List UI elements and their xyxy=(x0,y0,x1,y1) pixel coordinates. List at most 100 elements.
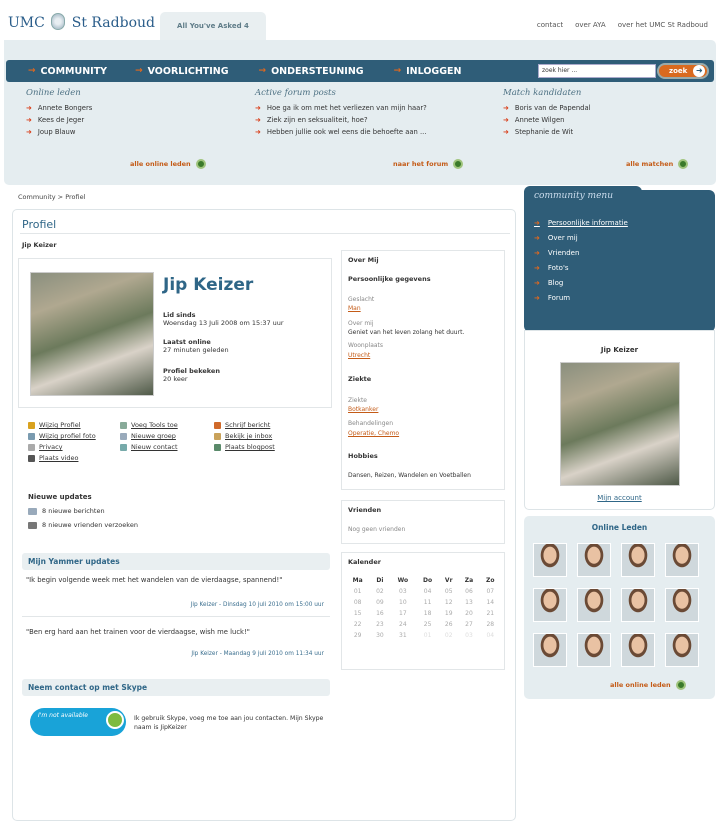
day-cell[interactable]: 21 xyxy=(480,608,501,619)
day-cell[interactable]: 14 xyxy=(480,597,501,608)
cm-fotos[interactable]: ➜ Foto's xyxy=(534,264,628,272)
woonplaats-value[interactable]: Utrecht xyxy=(348,352,370,359)
cm-persoonlijk[interactable]: ➜ Persoonlijke informatie xyxy=(534,219,628,227)
member-avatar[interactable] xyxy=(577,543,611,577)
day-cell[interactable]: 30 xyxy=(370,630,389,641)
day-cell[interactable]: 03 xyxy=(458,630,479,641)
day-cell[interactable]: 17 xyxy=(390,608,417,619)
member-avatar[interactable] xyxy=(621,588,655,622)
inbox-link[interactable]: Bekijk je inbox xyxy=(214,432,275,440)
list-item[interactable]: Boris van de Papendal xyxy=(503,104,703,112)
plaats-video-link[interactable]: Plaats video xyxy=(28,454,96,462)
day-cell[interactable]: 18 xyxy=(416,608,439,619)
mijn-account-link[interactable]: Mijn account xyxy=(524,494,715,502)
day-cell[interactable]: 02 xyxy=(439,630,458,641)
privacy-link[interactable]: Privacy xyxy=(28,443,96,451)
skype-status-badge[interactable]: I'm not available xyxy=(30,708,126,736)
list-item[interactable]: Annete Bongers xyxy=(26,104,256,112)
day-cell[interactable]: 20 xyxy=(458,608,479,619)
day-cell[interactable]: 23 xyxy=(370,619,389,630)
yammer-post-meta[interactable]: Jip Keizer - Maandag 9 juli 2010 om 11:3… xyxy=(26,651,324,657)
voeg-tools-link[interactable]: Voeg Tools toe xyxy=(120,421,178,429)
day-cell[interactable]: 25 xyxy=(416,619,439,630)
member-avatar[interactable] xyxy=(577,633,611,667)
more-online-link[interactable]: alle online leden xyxy=(130,159,206,169)
member-avatar[interactable] xyxy=(621,543,655,577)
day-cell[interactable]: 09 xyxy=(370,597,389,608)
breadcrumb[interactable]: Community > Profiel xyxy=(18,193,85,201)
day-cell[interactable]: 03 xyxy=(390,586,417,597)
link-over-umc[interactable]: over het UMC St Radboud xyxy=(618,21,708,29)
list-item[interactable]: Hoe ga ik om met het verliezen van mijn … xyxy=(255,104,485,112)
day-cell[interactable]: 26 xyxy=(439,619,458,630)
day-cell[interactable]: 11 xyxy=(416,597,439,608)
cm-blog[interactable]: ➜ Blog xyxy=(534,279,628,287)
day-cell[interactable]: 24 xyxy=(390,619,417,630)
wijzig-foto-link[interactable]: Wijzig profiel foto xyxy=(28,432,96,440)
day-cell[interactable]: 01 xyxy=(345,586,370,597)
list-item[interactable]: Hebben jullie ook wel eens die behoefte … xyxy=(255,128,485,136)
member-avatar[interactable] xyxy=(533,543,567,577)
list-item[interactable]: Annete Wilgen xyxy=(503,116,703,124)
list-item[interactable]: Stephanie de Wit xyxy=(503,128,703,136)
logo[interactable]: UMC St Radboud xyxy=(8,13,155,31)
link-contact[interactable]: contact xyxy=(537,21,563,29)
nieuw-contact-link[interactable]: Nieuw contact xyxy=(120,443,178,451)
cm-over-mij[interactable]: ➜ Over mij xyxy=(534,234,628,242)
member-avatar[interactable] xyxy=(533,588,567,622)
lock-icon xyxy=(28,443,35,451)
day-cell[interactable]: 28 xyxy=(480,619,501,630)
nieuwe-groep-link[interactable]: Nieuwe groep xyxy=(120,432,178,440)
day-cell[interactable]: 22 xyxy=(345,619,370,630)
day-cell[interactable]: 04 xyxy=(480,630,501,641)
day-cell[interactable]: 12 xyxy=(439,597,458,608)
day-cell[interactable]: 16 xyxy=(370,608,389,619)
site-tab[interactable]: All You've Asked 4 xyxy=(160,12,266,40)
cm-forum[interactable]: ➜ Forum xyxy=(534,294,628,302)
member-avatar[interactable] xyxy=(621,633,655,667)
day-cell[interactable]: 10 xyxy=(390,597,417,608)
day-cell[interactable]: 13 xyxy=(458,597,479,608)
arrow-icon: ➜ xyxy=(534,234,540,242)
day-cell[interactable]: 04 xyxy=(416,586,439,597)
more-forum-link[interactable]: naar het forum xyxy=(393,159,464,169)
ziekte-value[interactable]: Botkanker xyxy=(348,406,378,413)
list-item[interactable]: Ziek zijn en seksualiteit, hoe? xyxy=(255,116,485,124)
nav-inloggen[interactable]: → INLOGGEN xyxy=(394,66,462,77)
day-cell[interactable]: 02 xyxy=(370,586,389,597)
blogpost-link[interactable]: Plaats blogpost xyxy=(214,443,275,451)
update-vrienden[interactable]: 8 nieuwe vrienden verzoeken xyxy=(28,521,138,529)
member-avatar[interactable] xyxy=(665,588,699,622)
more-match-link[interactable]: alle matchen xyxy=(626,159,689,169)
member-avatar[interactable] xyxy=(577,588,611,622)
day-cell[interactable]: 07 xyxy=(480,586,501,597)
behandelingen-value[interactable]: Operatie, Chemo xyxy=(348,430,399,437)
day-cell[interactable]: 05 xyxy=(439,586,458,597)
geslacht-value[interactable]: Man xyxy=(348,305,361,312)
more-online-leden-link[interactable]: alle online leden xyxy=(610,680,686,690)
day-cell[interactable]: 19 xyxy=(439,608,458,619)
list-item[interactable]: Kees de Jeger xyxy=(26,116,256,124)
day-cell[interactable]: 01 xyxy=(416,630,439,641)
member-avatar[interactable] xyxy=(533,633,567,667)
list-item[interactable]: Joup Blauw xyxy=(26,128,256,136)
wijzig-profiel-link[interactable]: Wijzig Profiel xyxy=(28,421,96,429)
member-avatar[interactable] xyxy=(665,543,699,577)
yammer-post-meta[interactable]: Jip Keizer - Dinsdag 10 juli 2010 om 15:… xyxy=(26,602,324,608)
search-input[interactable]: zoek hier ... xyxy=(538,64,656,78)
cm-vrienden[interactable]: ➜ Vrienden xyxy=(534,249,628,257)
schrijf-bericht-link[interactable]: Schrijf bericht xyxy=(214,421,275,429)
update-berichten[interactable]: 8 nieuwe berichten xyxy=(28,507,105,515)
day-cell[interactable]: 08 xyxy=(345,597,370,608)
nav-ondersteuning[interactable]: → ONDERSTEUNING xyxy=(259,66,364,77)
day-cell[interactable]: 06 xyxy=(458,586,479,597)
day-cell[interactable]: 31 xyxy=(390,630,417,641)
member-avatar[interactable] xyxy=(665,633,699,667)
day-cell[interactable]: 15 xyxy=(345,608,370,619)
nav-voorlichting[interactable]: → VOORLICHTING xyxy=(135,66,228,77)
search-button[interactable]: zoek ➜ xyxy=(657,63,709,79)
link-over-aya[interactable]: over AYA xyxy=(575,21,606,29)
day-cell[interactable]: 27 xyxy=(458,619,479,630)
nav-community[interactable]: → COMMUNITY xyxy=(28,66,107,77)
day-cell[interactable]: 29 xyxy=(345,630,370,641)
